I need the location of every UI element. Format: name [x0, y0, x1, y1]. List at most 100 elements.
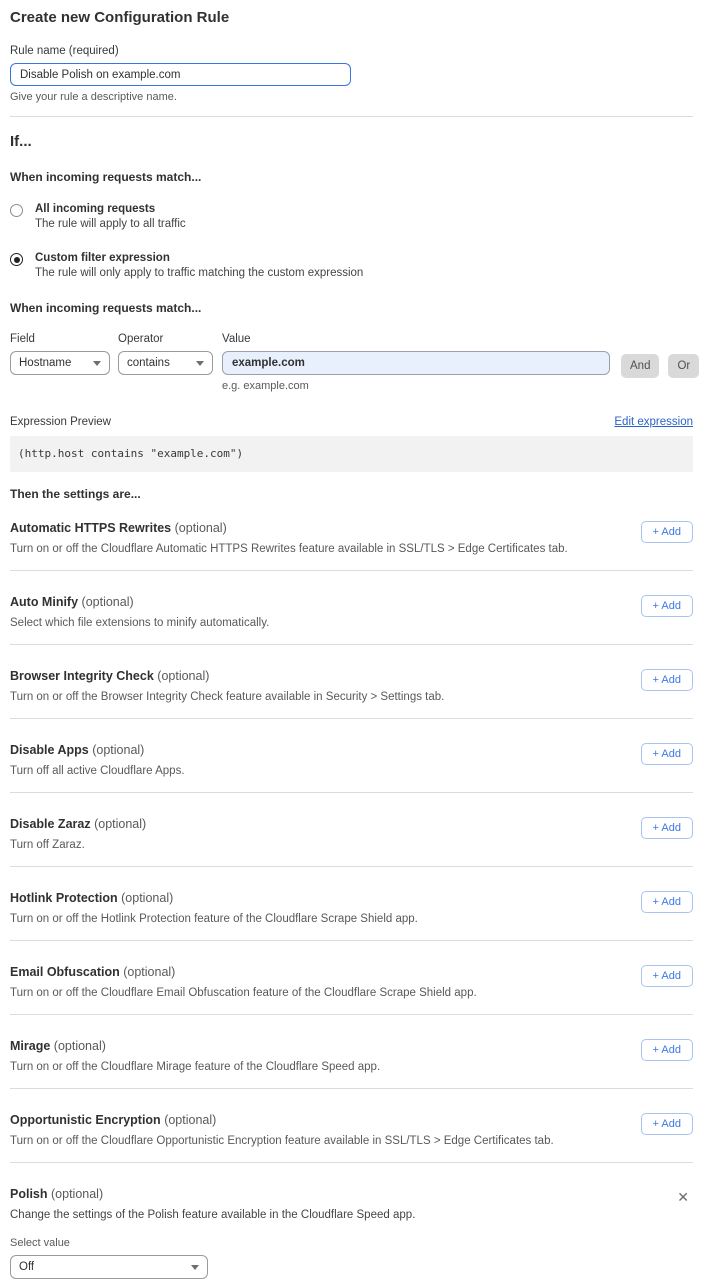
page-title: Create new Configuration Rule	[10, 9, 693, 26]
setting-row: Automatic HTTPS Rewrites (optional) Turn…	[10, 521, 693, 555]
setting-description: Change the settings of the Polish featur…	[10, 1209, 657, 1221]
radio-label: Custom filter expression	[35, 252, 363, 264]
setting-title: Opportunistic Encryption	[10, 1113, 161, 1127]
add-setting-button[interactable]: + Add	[641, 669, 693, 691]
setting-optional-label: (optional)	[51, 1187, 103, 1201]
setting-description: Turn off Zaraz.	[10, 839, 625, 851]
rule-name-label: Rule name (required)	[10, 45, 693, 57]
radio-label: All incoming requests	[35, 203, 186, 215]
add-setting-button[interactable]: + Add	[641, 891, 693, 913]
setting-description: Turn off all active Cloudflare Apps.	[10, 765, 625, 777]
then-settings-heading: Then the settings are...	[10, 487, 693, 501]
operator-select-value: contains	[127, 357, 170, 369]
divider	[10, 570, 693, 571]
radio-description: The rule will only apply to traffic matc…	[35, 267, 363, 279]
add-setting-button[interactable]: + Add	[641, 521, 693, 543]
request-match-radio-group: All incoming requests The rule will appl…	[10, 203, 693, 279]
setting-title: Auto Minify	[10, 595, 78, 609]
add-setting-button[interactable]: + Add	[641, 1113, 693, 1135]
setting-description: Turn on or off the Cloudflare Opportunis…	[10, 1135, 625, 1147]
setting-optional-label: (optional)	[54, 1039, 106, 1053]
field-label: Field	[10, 333, 110, 345]
setting-optional-label: (optional)	[157, 669, 209, 683]
radio-button-icon[interactable]	[10, 253, 23, 266]
builder-heading: When incoming requests match...	[10, 301, 693, 315]
radio-description: The rule will apply to all traffic	[35, 218, 186, 230]
radio-option-custom-filter-expression[interactable]: Custom filter expression The rule will o…	[10, 252, 693, 279]
divider	[10, 866, 693, 867]
polish-select-value: Off	[19, 1261, 34, 1273]
setting-row: Disable Apps (optional) Turn off all act…	[10, 743, 693, 777]
and-button[interactable]: And	[621, 354, 659, 378]
chevron-down-icon	[93, 361, 101, 366]
expression-preview-code: (http.host contains "example.com")	[10, 436, 693, 472]
setting-row: Hotlink Protection (optional) Turn on or…	[10, 891, 693, 925]
setting-description: Turn on or off the Hotlink Protection fe…	[10, 913, 625, 925]
setting-optional-label: (optional)	[121, 891, 173, 905]
setting-description: Select which file extensions to minify a…	[10, 617, 625, 629]
divider	[10, 1014, 693, 1015]
setting-description: Turn on or off the Cloudflare Email Obfu…	[10, 987, 625, 999]
setting-row: Disable Zaraz (optional) Turn off Zaraz.…	[10, 817, 693, 851]
setting-row: Browser Integrity Check (optional) Turn …	[10, 669, 693, 703]
setting-title: Disable Zaraz	[10, 817, 91, 831]
expression-preview-label: Expression Preview	[10, 416, 111, 428]
radio-texts: All incoming requests The rule will appl…	[31, 203, 186, 230]
setting-optional-label: (optional)	[92, 743, 144, 757]
setting-optional-label: (optional)	[123, 965, 175, 979]
chevron-down-icon	[196, 361, 204, 366]
expression-builder: Field Hostname Operator contains Value e…	[10, 333, 693, 392]
radio-button-icon[interactable]	[10, 204, 23, 217]
setting-title: Mirage	[10, 1039, 50, 1053]
divider	[10, 1162, 693, 1163]
radio-option-all-incoming-requests[interactable]: All incoming requests The rule will appl…	[10, 203, 693, 230]
rule-name-input[interactable]	[10, 63, 351, 86]
chevron-down-icon	[191, 1265, 199, 1270]
match-heading: When incoming requests match...	[10, 170, 693, 184]
setting-title: Email Obfuscation	[10, 965, 120, 979]
setting-title: Browser Integrity Check	[10, 669, 154, 683]
value-label: Value	[222, 333, 610, 345]
divider	[10, 940, 693, 941]
setting-title: Polish	[10, 1187, 48, 1201]
add-setting-button[interactable]: + Add	[641, 1039, 693, 1061]
operator-label: Operator	[118, 333, 213, 345]
setting-row: Opportunistic Encryption (optional) Turn…	[10, 1113, 693, 1147]
polish-value-select[interactable]: Off	[10, 1255, 208, 1279]
value-input[interactable]	[222, 351, 610, 375]
add-setting-button[interactable]: + Add	[641, 965, 693, 987]
setting-description: Turn on or off the Cloudflare Automatic …	[10, 543, 625, 555]
radio-dot-icon	[14, 257, 20, 263]
radio-texts: Custom filter expression The rule will o…	[31, 252, 363, 279]
setting-optional-label: (optional)	[94, 817, 146, 831]
setting-optional-label: (optional)	[164, 1113, 216, 1127]
setting-title: Automatic HTTPS Rewrites	[10, 521, 171, 535]
divider	[10, 792, 693, 793]
setting-description: Turn on or off the Browser Integrity Che…	[10, 691, 625, 703]
add-setting-button[interactable]: + Add	[641, 817, 693, 839]
add-setting-button[interactable]: + Add	[641, 595, 693, 617]
select-value-label: Select value	[10, 1237, 693, 1249]
setting-optional-label: (optional)	[82, 595, 134, 609]
setting-title: Hotlink Protection	[10, 891, 118, 905]
setting-title: Disable Apps	[10, 743, 89, 757]
divider	[10, 718, 693, 719]
setting-section-polish: Polish (optional) Change the settings of…	[10, 1187, 693, 1279]
rule-name-helper: Give your rule a descriptive name.	[10, 91, 693, 103]
settings-list: Automatic HTTPS Rewrites (optional) Turn…	[10, 521, 693, 1163]
if-heading: If...	[10, 133, 693, 150]
edit-expression-link[interactable]: Edit expression	[614, 416, 693, 428]
setting-optional-label: (optional)	[175, 521, 227, 535]
setting-row: Email Obfuscation (optional) Turn on or …	[10, 965, 693, 999]
divider	[10, 116, 693, 117]
value-helper: e.g. example.com	[222, 380, 610, 392]
close-icon[interactable]: ✕	[673, 1188, 693, 1206]
configuration-rule-form: Create new Configuration Rule Rule name …	[0, 0, 705, 1279]
setting-description: Turn on or off the Cloudflare Mirage fea…	[10, 1061, 625, 1073]
or-button[interactable]: Or	[668, 354, 699, 378]
divider	[10, 644, 693, 645]
field-select[interactable]: Hostname	[10, 351, 110, 375]
divider	[10, 1088, 693, 1089]
add-setting-button[interactable]: + Add	[641, 743, 693, 765]
operator-select[interactable]: contains	[118, 351, 213, 375]
